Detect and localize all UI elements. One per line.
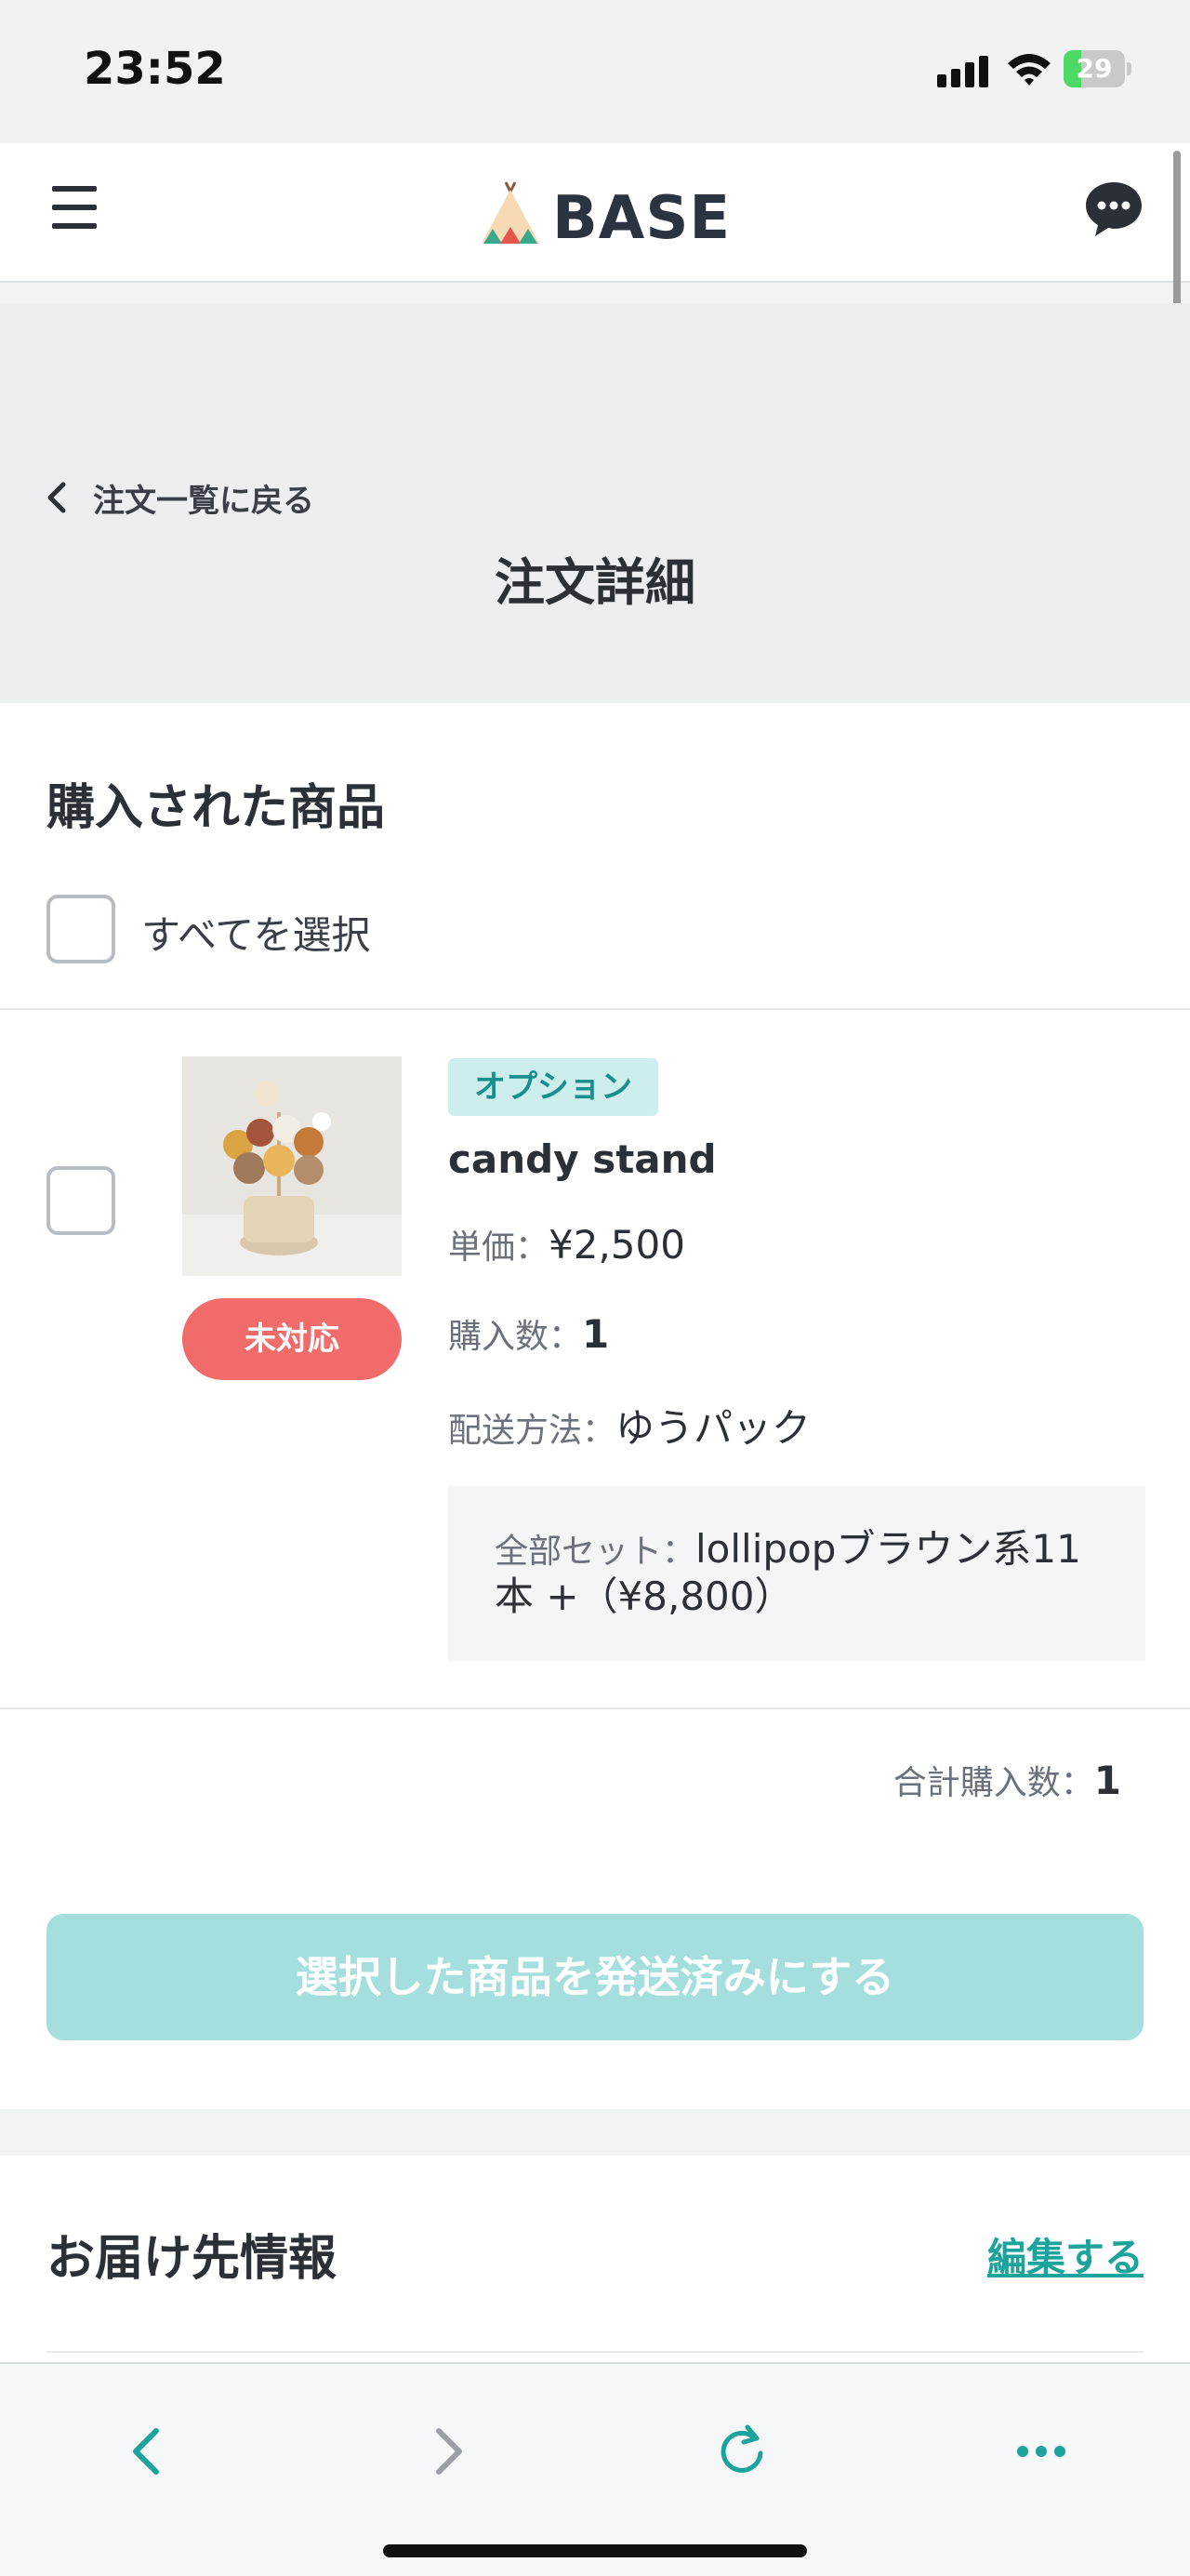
section-title: 購入された商品 <box>46 780 386 836</box>
candy-stand-image <box>182 1056 402 1276</box>
base-logo[interactable]: BASE <box>478 177 730 253</box>
title-band: 注文一覧に戻る 注文詳細 <box>0 303 1190 703</box>
unit-price-value: ¥2,500 <box>549 1222 685 1268</box>
total-quantity-value: 1 <box>1093 1758 1121 1803</box>
quantity-value: 1 <box>582 1311 610 1357</box>
page-title: 注文詳細 <box>495 553 695 612</box>
chevron-left-icon <box>47 482 66 513</box>
mark-shipped-button[interactable]: 選択した商品を発送済みにする <box>46 1914 1144 2040</box>
status-badge: 未対応 <box>182 1298 402 1380</box>
teepee-logo-icon <box>482 181 539 244</box>
quantity-row: 購入数：1 <box>448 1309 609 1358</box>
home-indicator <box>383 2544 807 2557</box>
unit-price-row: 単価：¥2,500 <box>448 1220 685 1268</box>
product-checkbox[interactable] <box>46 1166 115 1235</box>
quantity-label: 購入数： <box>448 1318 583 1356</box>
browser-toolbar <box>0 2362 1190 2576</box>
battery-level: 29 <box>1076 53 1113 84</box>
status-bar: 23:52 29 <box>0 0 1190 143</box>
hamburger-menu-icon[interactable] <box>52 186 97 229</box>
edit-delivery-link[interactable]: 編集する <box>987 2226 1144 2283</box>
divider <box>46 2351 1144 2353</box>
select-all-checkbox[interactable] <box>46 895 115 963</box>
reload-icon[interactable] <box>705 2414 779 2489</box>
back-link-label: 注文一覧に戻る <box>93 482 314 520</box>
option-tag: オプション <box>448 1058 658 1116</box>
forward-icon[interactable] <box>409 2414 483 2489</box>
option-label: 全部セット： <box>495 1533 696 1571</box>
back-to-orders-link[interactable]: 注文一覧に戻る <box>45 474 314 521</box>
delivery-title: お届け先情報 <box>46 2231 337 2287</box>
back-icon[interactable] <box>112 2414 186 2489</box>
divider <box>0 1707 1190 1709</box>
chat-icon[interactable] <box>1084 180 1144 238</box>
status-time: 23:52 <box>84 43 226 95</box>
product-thumbnail[interactable] <box>182 1056 402 1276</box>
app-header: BASE <box>0 143 1190 283</box>
purchased-products-card: 購入された商品 すべてを選択 未対応 オプション candy stand 単価：… <box>0 703 1190 2109</box>
select-all-label[interactable]: すべてを選択 <box>141 904 371 961</box>
unit-price-label: 単価： <box>448 1228 549 1267</box>
total-quantity-row: 合計購入数：1 <box>893 1756 1121 1804</box>
shipping-method-label: 配送方法： <box>448 1412 616 1450</box>
option-value-line2: 本 +（¥8,800） <box>495 1573 794 1619</box>
battery-icon: 29 <box>1064 50 1131 87</box>
option-value-line1: lollipopブラウン系11 <box>695 1526 1081 1572</box>
more-icon[interactable] <box>1004 2414 1078 2489</box>
divider <box>0 1008 1190 1010</box>
shipping-method-row: 配送方法：ゆうパック <box>448 1397 811 1454</box>
cellular-signal-icon <box>937 54 993 87</box>
option-detail-box: 全部セット：lollipopブラウン系11 本 +（¥8,800） <box>448 1486 1145 1661</box>
product-name: candy stand <box>448 1136 717 1182</box>
total-quantity-label: 合計購入数： <box>892 1764 1094 1802</box>
shipping-method-value: ゆうパック <box>615 1405 812 1451</box>
wifi-icon <box>1008 54 1051 86</box>
logo-text: BASE <box>552 184 732 253</box>
